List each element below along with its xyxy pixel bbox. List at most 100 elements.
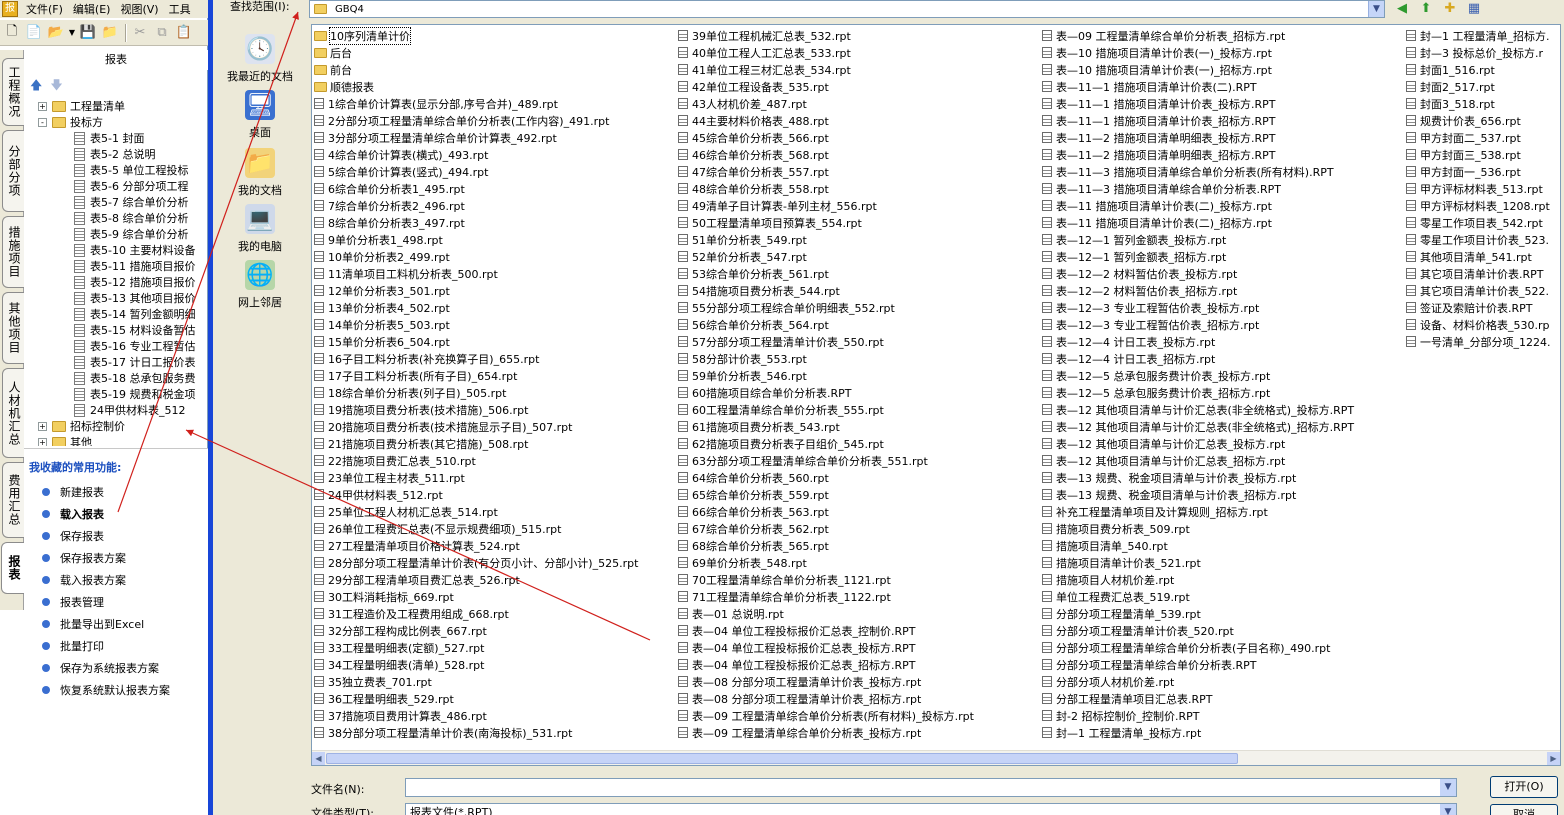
file-item[interactable]: 28分部分项工程量清单计价表(有分页小计、分部小计)_525.rpt [314,554,638,571]
file-item[interactable]: 措施项目费分析表_509.rpt [1042,520,1190,537]
folder-item[interactable]: 前台 [314,61,352,78]
file-item[interactable]: 31工程造价及工程费用组成_668.rpt [314,605,509,622]
tree-item[interactable]: 表5-9 综合单价分析 [74,226,188,242]
file-item[interactable]: 46综合单价分析表_568.rpt [678,146,829,163]
file-item[interactable]: 4综合单价计算表(横式)_493.rpt [314,146,488,163]
file-item[interactable]: 表—08 分部分项工程量清单计价表_投标方.rpt [678,673,921,690]
file-item[interactable]: 13单价分析表4_502.rpt [314,299,450,316]
file-item[interactable]: 6综合单价分析表1_495.rpt [314,180,465,197]
menu-tools[interactable]: 工具 [164,1,196,17]
file-item[interactable]: 表—11 措施项目清单计价表(二)_招标方.rpt [1042,214,1272,231]
horizontal-scrollbar[interactable]: ◀ ▶ [312,750,1560,765]
file-item[interactable]: 表—13 规费、税金项目清单与计价表_招标方.rpt [1042,486,1296,503]
file-item[interactable]: 表—12—4 计日工表_投标方.rpt [1042,333,1215,350]
file-item[interactable]: 36工程量明细表_529.rpt [314,690,454,707]
file-item[interactable]: 7综合单价分析表2_496.rpt [314,197,465,214]
favorite-item[interactable]: 批量打印 [42,637,104,655]
file-item[interactable]: 表—10 措施项目清单计价表(一)_招标方.rpt [1042,61,1272,78]
file-item[interactable]: 23单位工程主材表_511.rpt [314,469,465,486]
file-item[interactable]: 分部分项人材机价差.rpt [1042,673,1174,690]
folder-item[interactable]: 后台 [314,44,352,61]
file-item[interactable]: 封面2_517.rpt [1406,78,1495,95]
file-item[interactable]: 21措施项目费分析表(其它措施)_508.rpt [314,435,528,452]
file-item[interactable]: 1综合单价计算表(显示分部,序号合并)_489.rpt [314,95,558,112]
file-item[interactable]: 表—12—1 暂列金额表_招标方.rpt [1042,248,1226,265]
file-item[interactable]: 5综合单价计算表(竖式)_494.rpt [314,163,488,180]
file-item[interactable]: 甲方封面三_538.rpt [1406,146,1521,163]
file-item[interactable]: 零星工作项目计价表_523. [1406,231,1549,248]
file-item[interactable]: 37措施项目费用计算表_486.rpt [314,707,487,724]
view-menu-icon[interactable]: ▦ [1465,0,1483,16]
file-item[interactable]: 60措施项目综合单价分析表.RPT [678,384,852,401]
file-item[interactable]: 表—11—2 措施项目清单明细表_投标方.RPT [1042,129,1275,146]
file-item[interactable]: 25单位工程人材机汇总表_514.rpt [314,503,498,520]
file-item[interactable]: 措施项目清单_540.rpt [1042,537,1168,554]
file-item[interactable]: 54措施项目费分析表_544.rpt [678,282,840,299]
file-item[interactable]: 62措施项目费分析表子目组价_545.rpt [678,435,884,452]
file-item[interactable]: 65综合单价分析表_559.rpt [678,486,829,503]
file-item[interactable]: 表—12—3 专业工程暂估价表_招标方.rpt [1042,316,1259,333]
file-item[interactable]: 30工料消耗指标_669.rpt [314,588,454,605]
file-item[interactable]: 61措施项目费分析表_543.rpt [678,418,840,435]
file-item[interactable]: 甲方评标材料表_1208.rpt [1406,197,1550,214]
file-item[interactable]: 其它项目清单计价表.RPT [1406,265,1544,282]
file-item[interactable]: 封—1 工程量清单_投标方.rpt [1042,724,1201,741]
file-item[interactable]: 38分部分项工程量清单计价表(南海投标)_531.rpt [314,724,572,741]
open-folder-icon[interactable]: 📂 [46,23,66,43]
file-item[interactable]: 16子目工料分析表(补充换算子目)_655.rpt [314,350,539,367]
file-item[interactable]: 表—11—1 措施项目清单计价表_招标方.RPT [1042,112,1275,129]
chevron-down-icon[interactable]: ▼ [1440,804,1456,815]
folder-item[interactable]: 顺德报表 [314,78,374,95]
tab-other-items[interactable]: 其他项目 [2,292,24,364]
file-item[interactable]: 66综合单价分析表_563.rpt [678,503,829,520]
file-item[interactable]: 14单价分析表5_503.rpt [314,316,450,333]
file-item[interactable]: 封-2 招标控制价_控制价.RPT [1042,707,1199,724]
file-item[interactable]: 32分部工程构成比例表_667.rpt [314,622,487,639]
file-item[interactable]: 表—10 措施项目清单计价表(一)_投标方.rpt [1042,44,1272,61]
tree-item[interactable]: 表5-8 综合单价分析 [74,210,188,226]
file-item[interactable]: 设备、材料价格表_530.rp [1406,316,1550,333]
file-item[interactable]: 单位工程费汇总表_519.rpt [1042,588,1190,605]
up-folder-icon[interactable]: ⬆ [1417,0,1435,16]
file-item[interactable]: 表—04 单位工程投标报价汇总表_招标方.RPT [678,656,916,673]
tree-item[interactable]: 表5-18 总承包服务费 [74,370,195,386]
move-down-icon[interactable]: 🡇 [50,76,62,94]
tree-folder[interactable]: + 招标控制价 [38,418,125,434]
look-in-combobox[interactable]: GBQ4 ▼ [309,0,1385,18]
chevron-down-icon[interactable]: ▼ [1440,779,1456,796]
file-item[interactable]: 41单位工程三材汇总表_534.rpt [678,61,851,78]
file-item[interactable]: 分部工程量清单项目汇总表.RPT [1042,690,1213,707]
tree-item[interactable]: 表5-13 其他项目报价 [74,290,195,306]
favorite-item[interactable]: 恢复系统默认报表方案 [42,681,170,699]
file-item[interactable]: 表—12 其他项目清单与计价汇总表(非全统格式)_投标方.RPT [1042,401,1354,418]
tree-item[interactable]: 表5-19 规费和税金项 [74,386,195,402]
expand-icon[interactable]: + [38,421,47,431]
expand-icon[interactable]: + [38,437,47,446]
file-item[interactable]: 表—12—4 计日工表_招标方.rpt [1042,350,1215,367]
file-item[interactable]: 40单位工程人工汇总表_533.rpt [678,44,851,61]
cut-icon[interactable]: ✂ [130,23,150,43]
tab-reports[interactable]: 报表 [1,542,25,594]
file-item[interactable]: 表—09 工程量清单综合单价分析表_招标方.rpt [1042,27,1285,44]
tree-item[interactable]: 24甲供材料表_512 [74,402,186,418]
tree-folder[interactable]: + 工程量清单 [38,98,125,114]
file-item[interactable]: 其它项目清单计价表_522. [1406,282,1549,299]
file-item[interactable]: 表—11 措施项目清单计价表(二)_投标方.rpt [1042,197,1272,214]
tree-item[interactable]: 表5-12 措施项目报价 [74,274,195,290]
file-item[interactable]: 规费计价表_656.rpt [1406,112,1521,129]
file-item[interactable]: 补充工程量清单项目及计算规则_招标方.rpt [1042,503,1268,520]
file-item[interactable]: 表—11—3 措施项目清单综合单价分析表.RPT [1042,180,1281,197]
file-item[interactable]: 51单价分析表_549.rpt [678,231,807,248]
tree-folder[interactable]: - 投标方 [38,114,103,130]
back-icon[interactable]: ◀ [1393,0,1411,16]
file-item[interactable]: 44主要材料价格表_488.rpt [678,112,829,129]
file-item[interactable]: 表—12—5 总承包服务费计价表_投标方.rpt [1042,367,1270,384]
file-item[interactable]: 20措施项目费分析表(技术措施显示子目)_507.rpt [314,418,572,435]
file-item[interactable]: 表—09 工程量清单综合单价分析表_投标方.rpt [678,724,921,741]
menu-file[interactable]: 文件(F) [21,1,68,17]
tree-folder[interactable]: + 其他 [38,434,92,446]
tree-item[interactable]: 表5-1 封面 [74,130,144,146]
file-item[interactable]: 10单价分析表2_499.rpt [314,248,450,265]
filetype-select[interactable]: 报表文件(*.RPT) ▼ [405,803,1457,815]
file-item[interactable]: 70工程量清单综合单价分析表_1121.rpt [678,571,891,588]
